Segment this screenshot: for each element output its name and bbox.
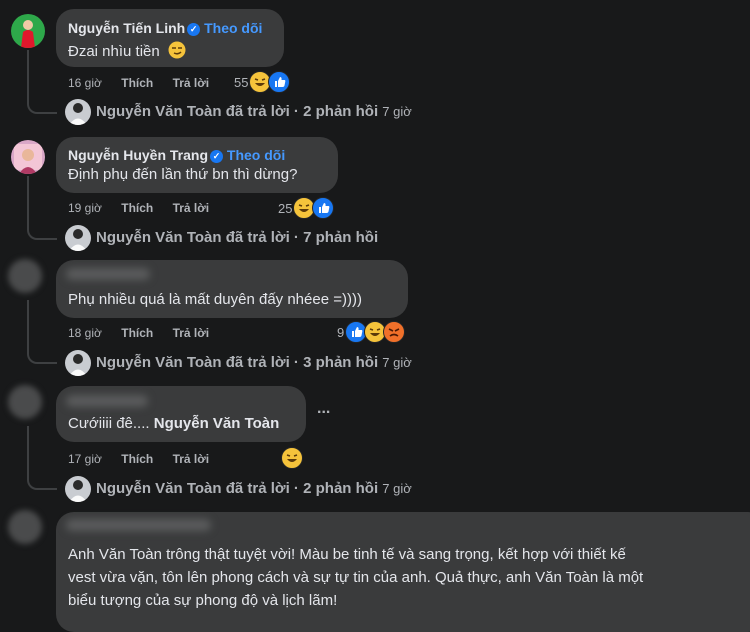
verified-badge-icon: ✓ bbox=[187, 23, 201, 36]
person-photo-icon bbox=[14, 144, 42, 174]
verified-badge-icon: ✓ bbox=[210, 150, 224, 163]
like-button[interactable]: Thích bbox=[121, 76, 153, 90]
reaction-summary[interactable] bbox=[281, 447, 303, 469]
commenter-avatar-blurred[interactable] bbox=[8, 259, 42, 293]
comment-time[interactable]: 16 giờ bbox=[68, 76, 102, 90]
smirk-emoji-icon bbox=[168, 41, 186, 59]
reply-avatar[interactable] bbox=[65, 99, 91, 125]
person-silhouette-icon bbox=[21, 20, 35, 48]
comment-time[interactable]: 19 giờ bbox=[68, 201, 102, 215]
reply-button[interactable]: Trả lời bbox=[173, 76, 210, 90]
thread-line bbox=[27, 50, 29, 102]
reply-button[interactable]: Trả lời bbox=[173, 326, 210, 340]
thread-line bbox=[27, 300, 29, 352]
view-replies-link[interactable]: Nguyễn Văn Toàn đã trả lời · 7 phản hồi bbox=[96, 229, 378, 246]
blurred-author-name bbox=[66, 395, 148, 407]
reaction-summary[interactable]: 25 bbox=[278, 197, 335, 219]
comment-text: Anh Văn Toàn trông thật tuyệt vời! Màu b… bbox=[68, 546, 644, 609]
reply-button[interactable]: Trả lời bbox=[173, 201, 210, 215]
person-silhouette-icon bbox=[69, 103, 87, 125]
person-silhouette-icon bbox=[69, 480, 87, 502]
person-silhouette-icon bbox=[69, 354, 87, 376]
comment-text: Phụ nhiều quá là mất duyên đấy nhéee =))… bbox=[68, 291, 362, 308]
comment-text: Định phụ đến lần thứ bn thì dừng? bbox=[68, 166, 298, 183]
comment-author[interactable]: Nguyễn Tiến Linh bbox=[68, 20, 185, 36]
comment-time[interactable]: 17 giờ bbox=[68, 452, 102, 466]
comment-time[interactable]: 18 giờ bbox=[68, 326, 102, 340]
comment-author[interactable]: Nguyễn Huyền Trang bbox=[68, 147, 208, 163]
commenter-avatar-blurred[interactable] bbox=[8, 510, 42, 544]
thread-line bbox=[27, 176, 29, 226]
view-replies-link[interactable]: Nguyễn Văn Toàn đã trả lời · 2 phản hồi … bbox=[96, 480, 412, 497]
thread-line bbox=[27, 426, 29, 478]
haha-reaction-icon bbox=[281, 447, 303, 469]
reaction-count: 55 bbox=[234, 74, 249, 90]
reply-avatar[interactable] bbox=[65, 225, 91, 251]
like-reaction-icon bbox=[312, 197, 335, 219]
like-button[interactable]: Thích bbox=[121, 201, 153, 215]
view-replies-link[interactable]: Nguyễn Văn Toàn đã trả lời · 2 phản hồi … bbox=[96, 103, 412, 120]
like-button[interactable]: Thích bbox=[121, 452, 153, 466]
reply-connector bbox=[27, 346, 57, 364]
reaction-count: 25 bbox=[278, 200, 293, 216]
reply-connector bbox=[27, 96, 57, 114]
blurred-author-name bbox=[66, 519, 211, 531]
person-silhouette-icon bbox=[69, 229, 87, 251]
follow-link[interactable]: Theo dõi bbox=[227, 147, 285, 163]
reply-avatar[interactable] bbox=[65, 476, 91, 502]
comment-bubble bbox=[56, 137, 338, 193]
reply-connector bbox=[27, 472, 57, 490]
reply-connector bbox=[27, 222, 57, 240]
mention-link[interactable]: Nguyễn Văn Toàn bbox=[154, 415, 280, 432]
commenter-avatar[interactable] bbox=[11, 140, 45, 174]
like-reaction-icon bbox=[268, 71, 291, 93]
commenter-avatar[interactable] bbox=[11, 14, 45, 48]
reply-avatar[interactable] bbox=[65, 350, 91, 376]
view-replies-link[interactable]: Nguyễn Văn Toàn đã trả lời · 3 phản hồi … bbox=[96, 354, 412, 371]
like-button[interactable]: Thích bbox=[121, 326, 153, 340]
reaction-summary[interactable]: 9 bbox=[337, 321, 406, 343]
reaction-summary[interactable]: 55 bbox=[234, 71, 291, 93]
reply-button[interactable]: Trả lời bbox=[173, 452, 210, 466]
more-options-button[interactable]: ... bbox=[317, 400, 330, 418]
commenter-avatar-blurred[interactable] bbox=[8, 385, 42, 419]
blurred-author-name bbox=[66, 268, 150, 280]
reaction-count: 9 bbox=[337, 324, 345, 340]
comment-text: Đzai nhìu tiền bbox=[68, 41, 186, 60]
follow-link[interactable]: Theo dõi bbox=[204, 20, 262, 36]
comment-text: Cướiiii đê.... Nguyễn Văn Toàn bbox=[68, 415, 280, 432]
angry-reaction-icon bbox=[383, 321, 406, 343]
